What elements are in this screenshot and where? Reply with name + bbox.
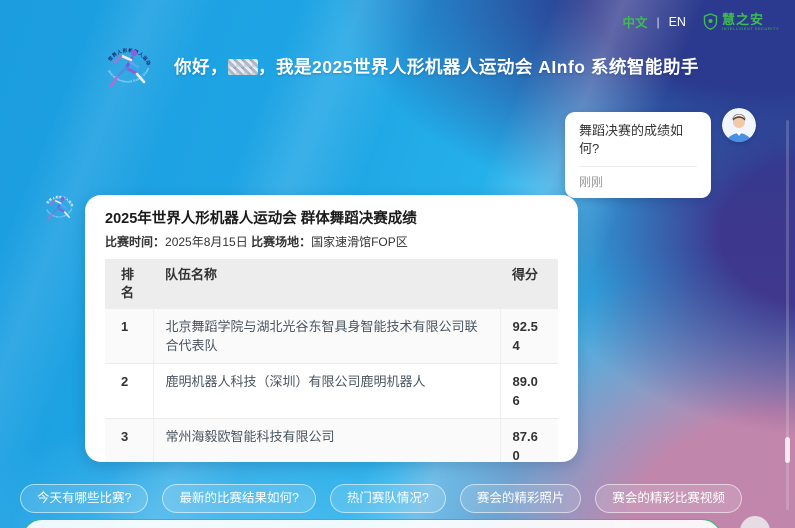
team-cell: 常州海毅欧智能科技有限公司	[153, 419, 500, 463]
score-cell: 92.54	[500, 309, 558, 364]
header-score: 得分	[500, 259, 558, 309]
table-row: 1 北京舞蹈学院与湖北光谷东智具身智能技术有限公司联合代表队 92.54	[105, 309, 558, 364]
brand-tagline: INTELLIGENT SECURITY	[722, 27, 779, 31]
greeting-header: 世界人形机器人运动会 World Humanoid Robot Games 你好…	[98, 36, 699, 96]
suggestion-chip-today-games[interactable]: 今天有哪些比赛?	[20, 484, 148, 513]
greeting-text: 你好，，我是2025世界人形机器人运动会 AInfo 系统智能助手	[174, 54, 699, 79]
rank-cell: 1	[105, 309, 153, 364]
table-header-row: 排名 队伍名称 得分	[105, 259, 558, 309]
svg-text:世界人形机器人运动会: 世界人形机器人运动会	[98, 36, 153, 67]
message-timestamp: 刚刚	[579, 173, 697, 190]
scrollbar-thumb[interactable]	[785, 437, 790, 463]
assistant-avatar: 世界人形机器人运动会 World Humanoid Robot Games	[40, 188, 78, 226]
lang-toggle-en[interactable]: EN	[669, 15, 686, 29]
user-message: 舞蹈决赛的成绩如何?	[579, 122, 697, 158]
table-row: 2 鹿明机器人科技（深圳）有限公司鹿明机器人 89.06	[105, 364, 558, 419]
bubble-divider	[579, 166, 697, 167]
header-team: 队伍名称	[153, 259, 500, 309]
suggestion-chip-videos[interactable]: 赛会的精彩比赛视频	[595, 484, 742, 513]
games-logo-icon: 世界人形机器人运动会 World Humanoid Robot Games	[98, 36, 158, 96]
suggestion-chip-latest-results[interactable]: 最新的比赛结果如何?	[162, 484, 315, 513]
user-avatar	[722, 108, 756, 142]
rank-cell: 3	[105, 419, 153, 463]
team-cell: 北京舞蹈学院与湖北光谷东智具身智能技术有限公司联合代表队	[153, 309, 500, 364]
rank-cell: 2	[105, 364, 153, 419]
svg-text:World Humanoid Robot Games: World Humanoid Robot Games	[98, 36, 150, 84]
table-row: 3 常州海毅欧智能科技有限公司 87.60	[105, 419, 558, 463]
results-table: 排名 队伍名称 得分 1 北京舞蹈学院与湖北光谷东智具身智能技术有限公司联合代表…	[105, 259, 558, 462]
user-chat-bubble: 舞蹈决赛的成绩如何? 刚刚	[565, 112, 711, 198]
results-meta: 比赛时间：2025年8月15日 比赛场地：国家速滑馆FOP区	[105, 234, 558, 251]
suggestion-chips: 今天有哪些比赛? 最新的比赛结果如何? 热门赛队情况? 赛会的精彩照片 赛会的精…	[20, 484, 742, 513]
brand-text: 慧之安 INTELLIGENT SECURITY	[722, 13, 779, 31]
brand-name: 慧之安	[722, 13, 779, 26]
lang-divider: |	[656, 15, 659, 29]
redacted-username	[228, 59, 258, 75]
mic-button[interactable]	[740, 516, 770, 528]
message-input[interactable]	[22, 519, 722, 528]
results-card: 2025年世界人形机器人运动会 群体舞蹈决赛成绩 比赛时间：2025年8月15日…	[85, 195, 578, 462]
suggestion-chip-photos[interactable]: 赛会的精彩照片	[460, 484, 582, 513]
topbar: 中文 | EN 慧之安 INTELLIGENT SECURITY	[622, 12, 779, 31]
svg-text:世界人形机器人运动会: 世界人形机器人运动会	[40, 188, 75, 208]
lang-toggle-zh[interactable]: 中文	[622, 12, 647, 31]
results-title: 2025年世界人形机器人运动会 群体舞蹈决赛成绩	[105, 209, 558, 229]
header-rank: 排名	[105, 259, 153, 309]
suggestion-chip-popular-teams[interactable]: 热门赛队情况?	[330, 484, 446, 513]
score-cell: 89.06	[500, 364, 558, 419]
app-screen: 中文 | EN 慧之安 INTELLIGENT SECURITY 世界人形机器人…	[0, 0, 795, 528]
shield-icon	[703, 13, 718, 30]
brand-logo[interactable]: 慧之安 INTELLIGENT SECURITY	[703, 13, 779, 31]
team-cell: 鹿明机器人科技（深圳）有限公司鹿明机器人	[153, 364, 500, 419]
score-cell: 87.60	[500, 419, 558, 463]
